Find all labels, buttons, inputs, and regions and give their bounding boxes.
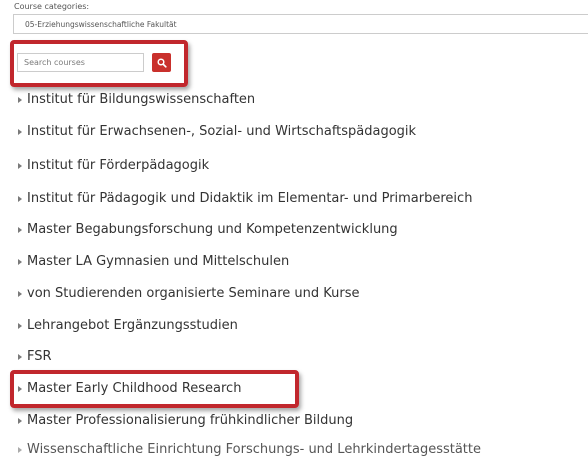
category-item[interactable]: Institut für Bildungswissenschaften — [18, 92, 255, 108]
category-label[interactable]: Institut für Bildungswissenschaften — [27, 92, 255, 107]
category-item[interactable]: Wissenschaftliche Einrichtung Forschungs… — [18, 442, 481, 458]
caret-right-icon — [18, 196, 22, 202]
category-label[interactable]: Institut für Erwachsenen-, Sozial- und W… — [27, 124, 416, 139]
category-item[interactable]: Institut für Erwachsenen-, Sozial- und W… — [18, 124, 416, 140]
category-label[interactable]: Master Begabungsforschung und Kompetenze… — [27, 222, 398, 237]
search-icon — [156, 57, 167, 68]
caret-right-icon — [18, 259, 22, 265]
category-label[interactable]: FSR — [27, 349, 52, 364]
category-item[interactable]: Master LA Gymnasien und Mittelschulen — [18, 254, 289, 270]
category-label[interactable]: Institut für Förderpädagogik — [27, 158, 209, 173]
category-filter-label: Course categories: — [14, 2, 90, 11]
category-highlight-box — [10, 370, 299, 408]
category-item[interactable]: Institut für Pädagogik und Didaktik im E… — [18, 191, 472, 207]
caret-right-icon — [18, 227, 22, 233]
caret-right-icon — [18, 163, 22, 169]
category-label[interactable]: Institut für Pädagogik und Didaktik im E… — [27, 191, 472, 206]
caret-right-icon — [18, 447, 22, 453]
caret-right-icon — [18, 291, 22, 297]
category-item[interactable]: Lehrangebot Ergänzungsstudien — [18, 318, 238, 334]
category-label[interactable]: Lehrangebot Ergänzungsstudien — [27, 318, 238, 333]
caret-right-icon — [18, 354, 22, 360]
category-label[interactable]: Wissenschaftliche Einrichtung Forschungs… — [27, 442, 481, 457]
caret-right-icon — [18, 418, 22, 424]
caret-right-icon — [18, 97, 22, 103]
category-item[interactable]: von Studierenden organisierte Seminare u… — [18, 286, 360, 302]
category-label[interactable]: von Studierenden organisierte Seminare u… — [27, 286, 360, 301]
search-button[interactable] — [152, 53, 171, 72]
caret-right-icon — [18, 323, 22, 329]
category-item[interactable]: FSR — [18, 349, 52, 365]
category-select[interactable]: 05-Erziehungswissenschaftliche Fakultät — [13, 14, 588, 34]
search-input[interactable]: Search courses — [17, 53, 144, 72]
caret-right-icon — [18, 129, 22, 135]
category-item[interactable]: Master Begabungsforschung und Kompetenze… — [18, 222, 398, 238]
category-label[interactable]: Master LA Gymnasien und Mittelschulen — [27, 254, 289, 269]
category-label[interactable]: Master Professionalisierung frühkindlich… — [27, 413, 353, 428]
category-item[interactable]: Master Professionalisierung frühkindlich… — [18, 413, 353, 429]
category-item[interactable]: Institut für Förderpädagogik — [18, 158, 209, 174]
